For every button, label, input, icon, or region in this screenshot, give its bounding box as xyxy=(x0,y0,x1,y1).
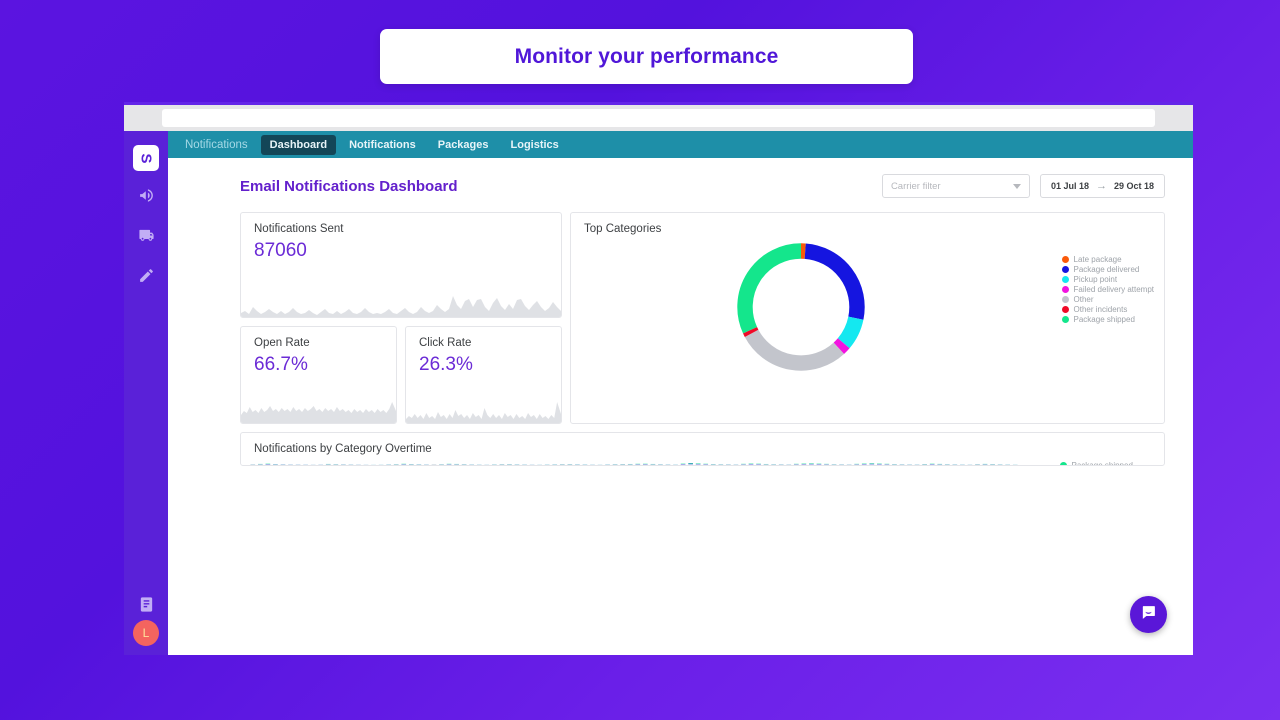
donut-legend-item[interactable]: Pickup point xyxy=(1061,275,1154,284)
dashboard-content: Email Notifications Dashboard Carrier fi… xyxy=(168,158,1193,655)
donut-legend-item[interactable]: Other xyxy=(1061,295,1154,304)
bar-segment[interactable] xyxy=(688,463,693,464)
legend-label: Other incidents xyxy=(1073,305,1128,314)
legend-label: Pickup point xyxy=(1073,275,1118,284)
bar-chart-notifications-by-category: 2. Jul 9. Jul 16. Jul 23. Jul 30. Jul 6. Aug 1… xyxy=(249,463,1019,465)
nav-tab-dashboard[interactable]: Dashboard xyxy=(260,134,337,155)
panel-notifications-overtime: Notifications by Category Overtime Packa… xyxy=(240,432,1165,466)
megaphone-icon xyxy=(138,187,155,209)
sidebar-item-docs[interactable] xyxy=(133,594,159,620)
bar-legend-item[interactable]: Package shipped xyxy=(1059,461,1152,466)
nav-tab-packages[interactable]: Packages xyxy=(429,135,498,155)
legend-color-swatch xyxy=(1061,316,1069,323)
chat-launcher-button[interactable] xyxy=(1130,596,1167,633)
kpi-value: 87060 xyxy=(254,240,307,261)
app-logo[interactable]: S xyxy=(133,145,159,171)
donut-segment[interactable] xyxy=(737,243,802,334)
legend-color-swatch xyxy=(1061,276,1069,283)
donut-segment[interactable] xyxy=(744,329,845,371)
kpi-card-click-rate: Click Rate 26.3% xyxy=(405,326,562,424)
date-to: 29 Oct 18 xyxy=(1113,181,1154,191)
legend-label: Package delivered xyxy=(1073,265,1140,274)
headline-banner: Monitor your performance xyxy=(380,29,913,84)
navbar-brand: Notifications xyxy=(185,138,248,151)
sidebar-item-campaigns[interactable] xyxy=(133,185,159,211)
donut-segment[interactable] xyxy=(743,326,759,337)
avatar-letter: L xyxy=(142,626,150,640)
donut-segment[interactable] xyxy=(837,316,864,349)
filter-bar: Carrier filter 01 Jul 18 → 29 Oct 18 xyxy=(881,174,1165,198)
browser-chrome-bar xyxy=(124,105,1193,131)
legend-label: Late package xyxy=(1073,255,1122,264)
pencil-icon xyxy=(138,267,155,289)
carrier-filter-select[interactable]: Carrier filter xyxy=(881,174,1030,198)
chat-bubble-icon xyxy=(1140,604,1157,626)
cards-row: Notifications Sent 87060 Open Rate 66.7%… xyxy=(240,212,1165,424)
kpi-label: Notifications Sent xyxy=(254,223,344,235)
browser-window: S L Notifications Dashboard Notification… xyxy=(124,102,1193,655)
donut-legend-item[interactable]: Late package xyxy=(1061,255,1154,264)
kpi-card-notifications-sent: Notifications Sent 87060 xyxy=(240,212,562,318)
panel-top-categories: Top Categories Late package Package deliv… xyxy=(570,212,1165,424)
page-title: Email Notifications Dashboard xyxy=(240,177,458,195)
sidebar-item-shipments[interactable] xyxy=(133,225,159,251)
left-sidebar: S L xyxy=(124,131,168,655)
legend-color-swatch xyxy=(1061,306,1069,313)
legend-label: Failed delivery attempt xyxy=(1073,285,1154,294)
address-bar[interactable] xyxy=(162,109,1155,127)
kpi-label: Click Rate xyxy=(419,337,472,349)
donut-chart-top-categories xyxy=(731,237,871,377)
top-navbar: Notifications Dashboard Notifications Pa… xyxy=(168,131,1193,158)
page-header: Email Notifications Dashboard Carrier fi… xyxy=(240,174,1165,198)
legend-color-swatch xyxy=(1061,296,1069,303)
legend-color-swatch xyxy=(1061,256,1069,263)
truck-icon xyxy=(138,227,155,249)
legend-label: Other xyxy=(1073,295,1094,304)
nav-tab-notifications[interactable]: Notifications xyxy=(340,135,425,155)
kpi-bottom-row: Open Rate 66.7% Click Rate 26.3% xyxy=(240,326,562,424)
chevron-down-icon xyxy=(1012,183,1021,189)
panel-title: Notifications by Category Overtime xyxy=(254,443,432,455)
bar-segment[interactable] xyxy=(688,463,693,465)
donut-legend-item[interactable]: Other incidents xyxy=(1061,305,1154,314)
donut-legend-item[interactable]: Failed delivery attempt xyxy=(1061,285,1154,294)
kpi-column: Notifications Sent 87060 Open Rate 66.7%… xyxy=(240,212,562,424)
app-shell: S L Notifications Dashboard Notification… xyxy=(124,131,1193,655)
main-column: Notifications Dashboard Notifications Pa… xyxy=(168,131,1193,655)
sparkline-click-rate xyxy=(406,397,561,423)
legend-label: Package shipped xyxy=(1071,461,1133,466)
donut-legend-item[interactable]: Package delivered xyxy=(1061,265,1154,274)
app-logo-letter: S xyxy=(137,152,155,164)
nav-tab-logistics[interactable]: Logistics xyxy=(502,135,568,155)
carrier-filter-placeholder: Carrier filter xyxy=(890,180,941,192)
kpi-label: Open Rate xyxy=(254,337,310,349)
sparkline-notifications-sent xyxy=(241,287,561,317)
legend-color-swatch xyxy=(1061,266,1069,273)
legend-color-swatch xyxy=(1059,462,1067,465)
date-from: 01 Jul 18 xyxy=(1050,181,1089,191)
kpi-value: 26.3% xyxy=(419,354,473,375)
date-range-picker[interactable]: 01 Jul 18 → 29 Oct 18 xyxy=(1039,174,1165,198)
book-icon xyxy=(138,596,155,618)
headline-text: Monitor your performance xyxy=(514,44,779,68)
sidebar-item-editor[interactable] xyxy=(133,265,159,291)
bar-chart-legend: Package shippedPackage deliveredPickup p… xyxy=(1059,461,1152,466)
sparkline-open-rate xyxy=(241,397,396,423)
donut-segment[interactable] xyxy=(804,243,865,320)
donut-legend-item[interactable]: Package shipped xyxy=(1061,315,1154,324)
donut-segment[interactable] xyxy=(833,338,850,354)
kpi-value: 66.7% xyxy=(254,354,308,375)
kpi-card-open-rate: Open Rate 66.7% xyxy=(240,326,397,424)
legend-color-swatch xyxy=(1061,286,1069,293)
donut-chart-legend: Late package Package delivered Pickup poin… xyxy=(1061,255,1154,324)
user-avatar[interactable]: L xyxy=(133,620,159,646)
legend-label: Package shipped xyxy=(1073,315,1135,324)
arrow-right-icon: → xyxy=(1095,180,1107,192)
